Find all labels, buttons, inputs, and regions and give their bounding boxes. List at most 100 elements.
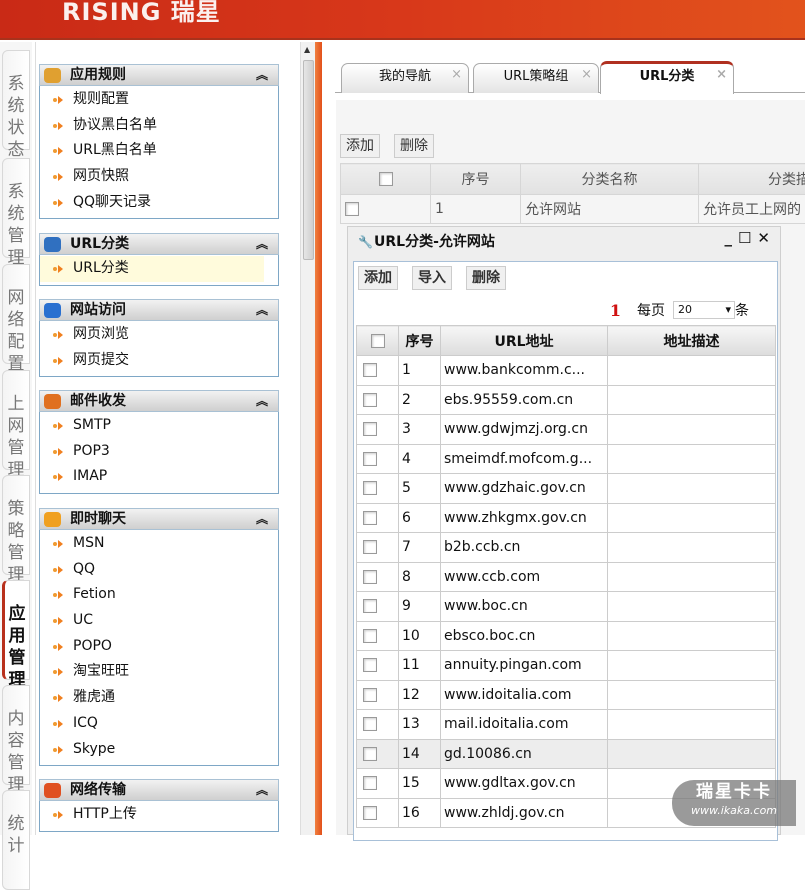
scrollbar-thumb[interactable]: [303, 60, 314, 260]
nav-tab-0[interactable]: 系统状态: [2, 50, 30, 150]
minimize-icon[interactable]: _: [724, 229, 732, 247]
tab-0[interactable]: 我的导航×: [341, 63, 469, 93]
row-checkbox[interactable]: [357, 562, 399, 592]
table-row[interactable]: 8www.ccb.com: [357, 562, 776, 592]
row-checkbox[interactable]: [357, 739, 399, 769]
collapse-chevron-icon[interactable]: ︽: [256, 300, 268, 321]
table-row[interactable]: 11annuity.pingan.com: [357, 651, 776, 681]
url-table: 序号 URL地址 地址描述 1www.bankcomm.c...2ebs.955…: [356, 325, 776, 828]
table-row[interactable]: 5www.gdzhaic.gov.cn: [357, 474, 776, 504]
table-row[interactable]: 3www.gdwjmzj.org.cn: [357, 415, 776, 445]
nav-tab-5[interactable]: 应用管理: [2, 580, 30, 680]
nav-tab-7[interactable]: 统计: [2, 790, 30, 890]
dialog-delete-button[interactable]: 删除: [466, 266, 506, 290]
table-row[interactable]: 1 允许网站 允许员工上网的: [341, 195, 805, 224]
table-row[interactable]: 2ebs.95559.com.cn: [357, 385, 776, 415]
group-header[interactable]: URL分类︽: [39, 233, 279, 255]
nav-tab-2[interactable]: 网络配置: [2, 264, 30, 364]
select-all-checkbox[interactable]: [341, 164, 431, 195]
close-icon[interactable]: ✕: [757, 229, 770, 247]
add-button[interactable]: 添加: [340, 134, 380, 158]
table-row[interactable]: 7b2b.ccb.cn: [357, 533, 776, 563]
sidebar-item[interactable]: URL分类: [40, 256, 264, 282]
sidebar-item[interactable]: Fetion: [40, 582, 278, 608]
sidebar-item[interactable]: QQ: [40, 557, 278, 583]
row-checkbox[interactable]: [357, 680, 399, 710]
scroll-up-icon[interactable]: ▲: [304, 45, 310, 54]
row-checkbox[interactable]: [341, 195, 431, 224]
sidebar-item[interactable]: 网页浏览: [40, 322, 278, 348]
row-checkbox[interactable]: [357, 651, 399, 681]
dialog-import-button[interactable]: 导入: [412, 266, 452, 290]
row-checkbox[interactable]: [357, 444, 399, 474]
sidebar-item[interactable]: QQ聊天记录: [40, 190, 278, 216]
row-checkbox[interactable]: [357, 710, 399, 740]
sidebar-item[interactable]: 淘宝旺旺: [40, 659, 278, 685]
group-header[interactable]: 即时聊天︽: [39, 508, 279, 530]
nav-tab-4[interactable]: 策略管理: [2, 475, 30, 575]
sidebar-item[interactable]: URL黑白名单: [40, 138, 278, 164]
table-row[interactable]: 4smeimdf.mofcom.g...: [357, 444, 776, 474]
sidebar-item[interactable]: 网页快照: [40, 164, 278, 190]
row-checkbox[interactable]: [357, 621, 399, 651]
close-tab-icon[interactable]: ×: [581, 62, 592, 88]
collapse-chevron-icon[interactable]: ︽: [256, 509, 268, 530]
row-checkbox[interactable]: [357, 503, 399, 533]
row-checkbox[interactable]: [357, 769, 399, 799]
tab-2[interactable]: URL分类×: [600, 61, 734, 94]
row-name[interactable]: 允许网站: [521, 195, 699, 224]
collapse-chevron-icon[interactable]: ︽: [256, 780, 268, 801]
nav-tab-6[interactable]: 内容管理: [2, 685, 30, 785]
sidebar-item[interactable]: POP3: [40, 439, 278, 465]
sidebar-item[interactable]: IMAP: [40, 464, 278, 490]
sidebar-item[interactable]: POPO: [40, 634, 278, 660]
row-checkbox[interactable]: [357, 798, 399, 828]
row-no: 8: [399, 562, 441, 592]
row-checkbox[interactable]: [357, 474, 399, 504]
panel-splitter[interactable]: [315, 42, 322, 835]
tab-1[interactable]: URL策略组×: [473, 63, 599, 93]
row-checkbox[interactable]: [357, 533, 399, 563]
sidebar-item[interactable]: ICQ: [40, 711, 278, 737]
sidebar-scrollbar[interactable]: ▲: [300, 42, 315, 835]
sidebar-item[interactable]: 协议黑白名单: [40, 113, 278, 139]
collapse-chevron-icon[interactable]: ︽: [256, 234, 268, 255]
row-checkbox[interactable]: [357, 385, 399, 415]
row-checkbox[interactable]: [357, 356, 399, 386]
group-header[interactable]: 邮件收发︽: [39, 390, 279, 412]
row-checkbox[interactable]: [357, 415, 399, 445]
dialog-add-button[interactable]: 添加: [358, 266, 398, 290]
collapse-chevron-icon[interactable]: ︽: [256, 65, 268, 86]
sidebar-item[interactable]: MSN: [40, 531, 278, 557]
nav-tab-3[interactable]: 上网管理: [2, 370, 30, 470]
table-row[interactable]: 12www.idoitalia.com: [357, 680, 776, 710]
select-all-checkbox[interactable]: [357, 326, 399, 356]
delete-button[interactable]: 删除: [394, 134, 434, 158]
table-row[interactable]: 14gd.10086.cn: [357, 739, 776, 769]
table-row[interactable]: 9www.boc.cn: [357, 592, 776, 622]
page-number[interactable]: 1: [610, 301, 621, 320]
per-page-unit: 条: [735, 300, 749, 320]
close-tab-icon[interactable]: ×: [451, 62, 462, 88]
sidebar-item[interactable]: 规则配置: [40, 87, 278, 113]
group-header[interactable]: 网络传输︽: [39, 779, 279, 801]
sidebar-item[interactable]: Skype: [40, 737, 278, 763]
sidebar-item[interactable]: SMTP: [40, 413, 278, 439]
row-checkbox[interactable]: [357, 592, 399, 622]
collapse-chevron-icon[interactable]: ︽: [256, 391, 268, 412]
per-page-select[interactable]: 20: [673, 301, 735, 319]
table-row[interactable]: 13mail.idoitalia.com: [357, 710, 776, 740]
group-header[interactable]: 网站访问︽: [39, 299, 279, 321]
table-row[interactable]: 6www.zhkgmx.gov.cn: [357, 503, 776, 533]
table-row[interactable]: 10ebsco.boc.cn: [357, 621, 776, 651]
sidebar-item[interactable]: UC: [40, 608, 278, 634]
table-row[interactable]: 1www.bankcomm.c...: [357, 356, 776, 386]
sidebar-item[interactable]: 雅虎通: [40, 685, 278, 711]
sidebar-item[interactable]: 网页提交: [40, 348, 278, 374]
group-header[interactable]: 应用规则︽: [39, 64, 279, 86]
close-tab-icon[interactable]: ×: [716, 62, 727, 88]
nav-tab-1[interactable]: 系统管理: [2, 158, 30, 258]
sidebar-item[interactable]: HTTP上传: [40, 802, 278, 828]
arrow-bullet-icon: [53, 173, 63, 181]
maximize-icon[interactable]: ☐: [738, 229, 751, 247]
